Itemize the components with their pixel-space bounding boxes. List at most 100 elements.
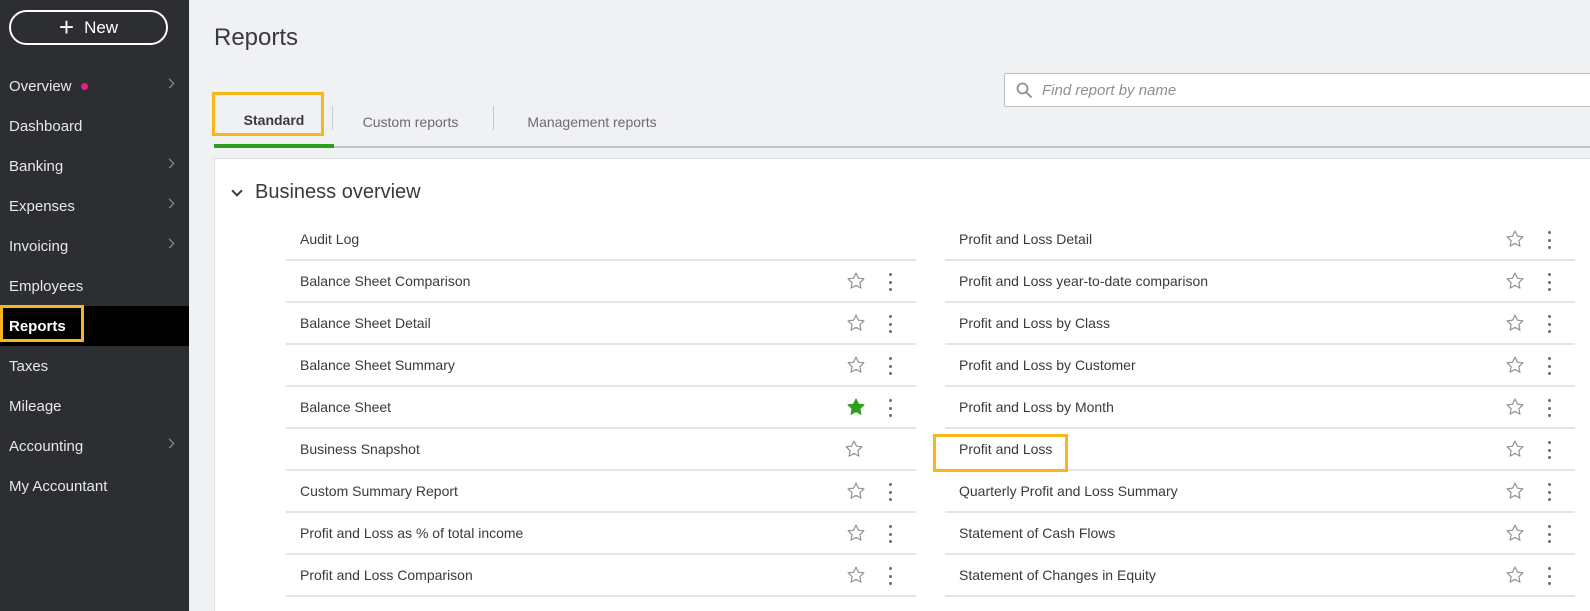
star-icon[interactable] <box>1505 313 1525 333</box>
sidebar-item-label: Banking <box>9 157 64 175</box>
sidebar-item-label: Invoicing <box>9 237 69 255</box>
more-options-icon[interactable] <box>1542 315 1556 333</box>
sidebar-item-banking[interactable]: Banking <box>0 146 189 186</box>
more-options-icon[interactable] <box>1542 399 1556 417</box>
sidebar-item-dashboard[interactable]: Dashboard <box>0 106 189 146</box>
sidebar-item-invoicing[interactable]: Invoicing <box>0 226 189 266</box>
sidebar-item-mileage[interactable]: Mileage <box>0 386 189 426</box>
report-link[interactable]: Profit and Loss Detail <box>959 231 1092 247</box>
sidebar-item-overview[interactable]: Overview <box>0 66 189 106</box>
chevron-right-icon <box>164 238 175 249</box>
tab-management-reports[interactable]: Management reports <box>504 96 680 148</box>
tab-management-reports-label: Management reports <box>527 114 657 130</box>
star-icon[interactable] <box>1505 355 1525 375</box>
star-icon[interactable] <box>1505 397 1525 417</box>
star-icon[interactable] <box>1505 271 1525 291</box>
report-link[interactable]: Profit and Loss year-to-date comparison <box>959 273 1208 289</box>
report-link[interactable]: Profit and Loss by Class <box>959 315 1110 331</box>
star-icon[interactable] <box>846 313 866 333</box>
report-link[interactable]: Quarterly Profit and Loss Summary <box>959 483 1178 499</box>
star-icon[interactable] <box>1505 523 1525 543</box>
report-link[interactable]: Profit and Loss by Month <box>959 399 1114 415</box>
report-link[interactable]: Profit and Loss Comparison <box>300 567 473 583</box>
report-link[interactable]: Profit and Loss by Customer <box>959 357 1136 373</box>
report-list-right: Profit and Loss Detail Profit and Loss ye… <box>945 219 1575 597</box>
plus-icon: + <box>58 11 75 42</box>
tab-custom-reports[interactable]: Custom reports <box>344 96 477 148</box>
report-link[interactable]: Balance Sheet Detail <box>300 315 431 331</box>
star-icon[interactable] <box>846 355 866 375</box>
star-icon[interactable] <box>844 439 864 459</box>
more-options-icon[interactable] <box>883 357 897 375</box>
search-placeholder: Find report by name <box>1042 81 1177 99</box>
report-link[interactable]: Balance Sheet Comparison <box>300 273 470 289</box>
report-row: Profit and Loss Comparison <box>286 555 916 597</box>
star-icon[interactable] <box>846 271 866 291</box>
sidebar-item-employees[interactable]: Employees <box>0 266 189 306</box>
sidebar-nav: Overview Dashboard Banking Expenses Invoicin… <box>0 66 189 506</box>
more-options-icon[interactable] <box>883 483 897 501</box>
new-button-label: New <box>84 17 119 37</box>
report-row: Profit and Loss by Customer <box>945 345 1575 387</box>
more-options-icon[interactable] <box>883 273 897 291</box>
report-link[interactable]: Audit Log <box>300 231 359 247</box>
report-link[interactable]: Balance Sheet Summary <box>300 357 455 373</box>
sidebar-item-label: My Accountant <box>9 477 108 495</box>
sidebar-item-expenses[interactable]: Expenses <box>0 186 189 226</box>
tab-standard[interactable]: Standard <box>214 96 334 148</box>
report-link[interactable]: Profit and Loss <box>959 441 1052 457</box>
new-button[interactable]: + New <box>9 10 168 45</box>
star-icon[interactable] <box>1505 565 1525 585</box>
tab-standard-label: Standard <box>243 112 305 128</box>
report-row: Profit and Loss by Class <box>945 303 1575 345</box>
star-icon[interactable] <box>1505 229 1525 249</box>
star-icon[interactable] <box>1505 439 1525 459</box>
star-icon[interactable] <box>846 523 866 543</box>
star-filled-icon[interactable] <box>846 397 866 417</box>
more-options-icon[interactable] <box>883 525 897 543</box>
more-options-icon[interactable] <box>1542 231 1556 249</box>
more-options-icon[interactable] <box>1542 567 1556 585</box>
more-options-icon[interactable] <box>1542 357 1556 375</box>
sidebar-item-reports[interactable]: Reports <box>0 306 189 346</box>
report-link[interactable]: Profit and Loss as % of total income <box>300 525 523 541</box>
more-options-icon[interactable] <box>1542 273 1556 291</box>
star-icon[interactable] <box>846 481 866 501</box>
more-options-icon[interactable] <box>883 315 897 333</box>
search-icon <box>1016 82 1032 98</box>
report-link[interactable]: Business Snapshot <box>300 441 420 457</box>
report-row: Balance Sheet Detail <box>286 303 916 345</box>
chevron-right-icon <box>164 438 175 449</box>
sidebar-item-my-accountant[interactable]: My Accountant <box>0 466 189 506</box>
more-options-icon[interactable] <box>883 567 897 585</box>
sidebar-item-taxes[interactable]: Taxes <box>0 346 189 386</box>
sidebar-item-label: Accounting <box>9 437 84 455</box>
chevron-right-icon <box>164 198 175 209</box>
report-link[interactable]: Balance Sheet <box>300 399 391 415</box>
sidebar-item-label: Expenses <box>9 197 75 215</box>
sidebar-item-label: Employees <box>9 277 84 295</box>
business-overview-panel: Business overview Audit Log Balance Sheet… <box>214 158 1590 611</box>
tab-divider <box>493 106 494 130</box>
section-header[interactable]: Business overview <box>231 181 421 204</box>
report-row: Profit and Loss year-to-date comparison <box>945 261 1575 303</box>
report-row: Audit Log <box>286 219 916 261</box>
chevron-right-icon <box>164 78 175 89</box>
report-row: Balance Sheet Summary <box>286 345 916 387</box>
report-link[interactable]: Custom Summary Report <box>300 483 458 499</box>
more-options-icon[interactable] <box>883 399 897 417</box>
section-title: Business overview <box>255 181 421 203</box>
star-icon[interactable] <box>846 565 866 585</box>
search-input[interactable]: Find report by name <box>1004 73 1590 107</box>
report-link[interactable]: Statement of Changes in Equity <box>959 567 1156 583</box>
more-options-icon[interactable] <box>1542 483 1556 501</box>
tab-divider <box>332 106 333 130</box>
sidebar-item-accounting[interactable]: Accounting <box>0 426 189 466</box>
report-link[interactable]: Statement of Cash Flows <box>959 525 1115 541</box>
more-options-icon[interactable] <box>1542 441 1556 459</box>
sidebar-item-label: Reports <box>9 317 66 335</box>
star-icon[interactable] <box>1505 481 1525 501</box>
more-options-icon[interactable] <box>1542 525 1556 543</box>
report-row: Profit and Loss Detail <box>945 219 1575 261</box>
notification-dot <box>80 82 88 90</box>
